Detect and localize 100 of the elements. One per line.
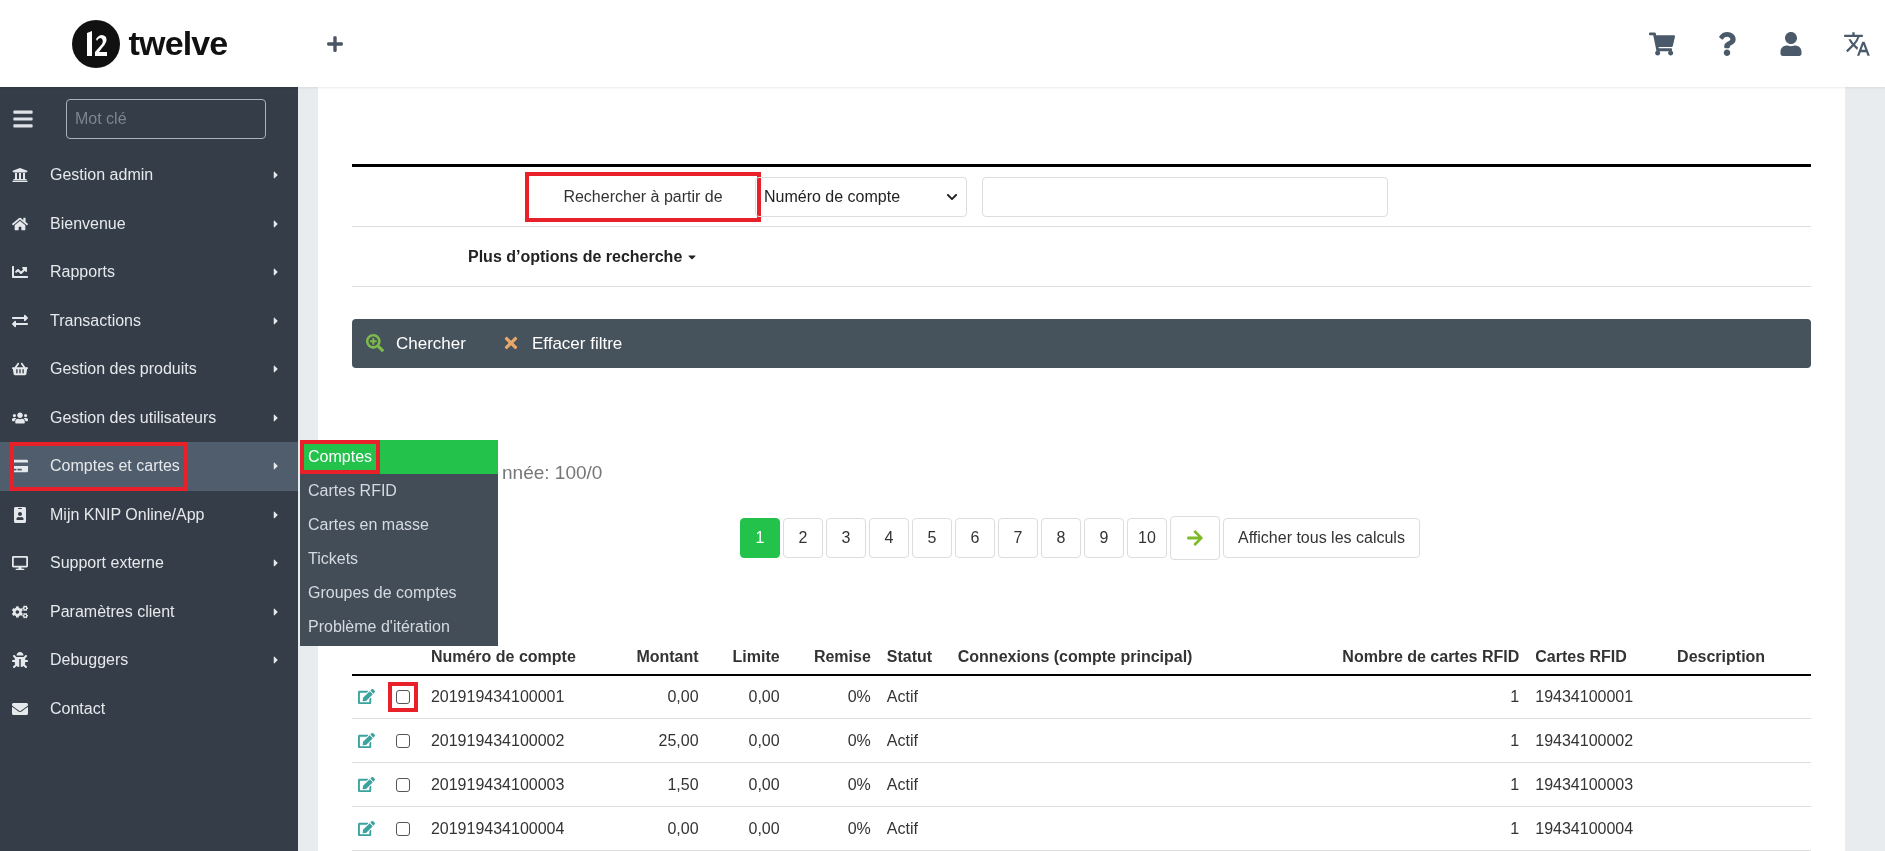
sidebar-item[interactable]: Contact	[0, 684, 298, 733]
table-cell: 201919434100004	[430, 819, 565, 837]
table-cell: 0,00	[748, 687, 780, 705]
table-cell: 1	[1510, 819, 1520, 837]
sidebar-item[interactable]: Rapports	[0, 248, 298, 297]
menu-item-label: Paramètres client	[49, 601, 175, 622]
table-cell: 1,50	[667, 775, 699, 793]
arrow-right-icon	[1186, 528, 1204, 547]
table-cell: 0,00	[748, 731, 780, 749]
sidebar-item[interactable]: Transactions	[0, 296, 298, 345]
menu-item-label: Gestion des utilisateurs	[49, 407, 217, 428]
page-button[interactable]: 9	[1084, 517, 1124, 558]
table-cell: 201919434100001	[430, 687, 565, 705]
table-cell: 0,00	[748, 819, 780, 837]
sidebar-item[interactable]: Mijn KNIP Online/App	[0, 490, 298, 539]
table-cell: Actif	[886, 687, 918, 705]
table-cell: 1	[1510, 775, 1520, 793]
user-icon[interactable]	[1779, 31, 1803, 56]
menu-item-icon	[10, 555, 30, 572]
table-cell: 19434100003	[1535, 775, 1634, 793]
menu-item-label: Transactions	[49, 310, 141, 331]
table-cell: 25,00	[658, 731, 699, 749]
sidebar-item[interactable]: Paramètres client	[0, 587, 298, 636]
show-all-button[interactable]: Afficher tous les calculs	[1223, 517, 1420, 558]
translate-icon[interactable]	[1843, 29, 1871, 58]
summary-text: nnée: 100/0	[502, 460, 603, 485]
table-cell: 0%	[847, 819, 871, 837]
menu-item-icon	[10, 700, 30, 717]
page-button[interactable]: 3	[826, 517, 866, 558]
table-cell: 1	[1510, 687, 1520, 705]
edit-icon	[358, 688, 375, 706]
table-cell: 0%	[847, 731, 871, 749]
edit-icon	[358, 732, 375, 749]
table-cell: 19434100001	[1535, 687, 1634, 705]
logo-text: twelve	[128, 23, 228, 64]
action-button[interactable]: Chercher	[366, 330, 466, 357]
page-button[interactable]: 5	[912, 517, 952, 558]
menu-item-icon	[10, 361, 30, 378]
menu-item-label: Gestion des produits	[49, 359, 197, 380]
action-button[interactable]: Effacer filtre	[501, 330, 623, 357]
sidebar-item[interactable]: Comptes et cartes	[0, 442, 298, 491]
table-cell: Actif	[886, 819, 918, 837]
page-button[interactable]: 2	[783, 517, 823, 558]
table-cell: 201919434100002	[430, 731, 565, 749]
menu-item-label: Rapports	[49, 262, 115, 283]
menu-item-icon	[10, 215, 30, 232]
row-checkbox[interactable]	[388, 681, 419, 712]
submenu-item[interactable]: Groupes de comptes	[300, 576, 498, 610]
sidebar-item[interactable]: Gestion des produits	[0, 345, 298, 394]
menu-item-label: Mijn KNIP Online/App	[49, 504, 205, 525]
column-header: Nombre de cartes RFID	[1253, 640, 1528, 675]
sidebar-item[interactable]: Gestion des utilisateurs	[0, 393, 298, 442]
submenu-item[interactable]: Cartes en masse	[300, 508, 498, 542]
submenu-item[interactable]: Cartes RFID	[300, 474, 498, 508]
column-header: Connexions (compte principal)	[949, 640, 1254, 675]
column-header: Cartes RFID	[1527, 640, 1670, 675]
table-cell: 0%	[847, 775, 871, 793]
table-cell: 19434100002	[1535, 731, 1634, 749]
edit-icon	[358, 776, 375, 793]
table-cell: 0,00	[667, 687, 699, 705]
page-button[interactable]: 8	[1041, 517, 1081, 558]
page-button[interactable]: 10	[1127, 517, 1167, 558]
column-header: Remise	[787, 640, 879, 675]
table-cell: 0%	[847, 687, 871, 705]
menu-item-icon	[10, 167, 30, 184]
table-cell: 1	[1510, 731, 1520, 749]
table-cell: 19434100004	[1535, 819, 1634, 837]
edit-icon	[358, 820, 375, 837]
column-header: Statut	[878, 640, 950, 675]
menu-item-label: Bienvenue	[49, 213, 126, 234]
sidebar-item[interactable]: Gestion admin	[0, 151, 298, 200]
submenu-item[interactable]: Tickets	[300, 542, 498, 576]
table-cell: Actif	[886, 731, 918, 749]
menu-icon[interactable]	[12, 108, 34, 130]
page-button[interactable]: 6	[955, 517, 995, 558]
page-button[interactable]: 4	[869, 517, 909, 558]
sidebar-item[interactable]: Bienvenue	[0, 199, 298, 248]
table-cell: 0,00	[667, 819, 699, 837]
keyword-search-field[interactable]: Mot clé	[66, 99, 266, 139]
more-options-link[interactable]: Plus d’options de recherche	[468, 244, 699, 269]
column-header: Montant	[605, 640, 707, 675]
logo-mark-icon	[70, 18, 121, 69]
menu-item-label: Comptes et cartes	[49, 456, 180, 477]
menu-item-label: Gestion admin	[49, 165, 154, 186]
search-field-select[interactable]: Numéro de compte	[755, 176, 967, 217]
sidebar-item[interactable]: Support externe	[0, 539, 298, 588]
column-header: Limite	[706, 640, 788, 675]
menu-item-label: Support externe	[49, 553, 164, 574]
cart-icon[interactable]	[1649, 30, 1675, 57]
menu-item-icon	[10, 652, 30, 669]
menu-item-icon	[10, 264, 30, 281]
menu-item-label: Contact	[49, 698, 106, 719]
sidebar-item[interactable]: Debuggers	[0, 636, 298, 685]
page-button[interactable]: 7	[998, 517, 1038, 558]
table-cell: 0,00	[748, 775, 780, 793]
search-value-field[interactable]	[982, 176, 1388, 217]
search-icon	[366, 334, 384, 353]
menu-item-icon	[10, 603, 30, 620]
column-header: Description	[1669, 640, 1811, 675]
table-cell: 201919434100003	[430, 775, 565, 793]
